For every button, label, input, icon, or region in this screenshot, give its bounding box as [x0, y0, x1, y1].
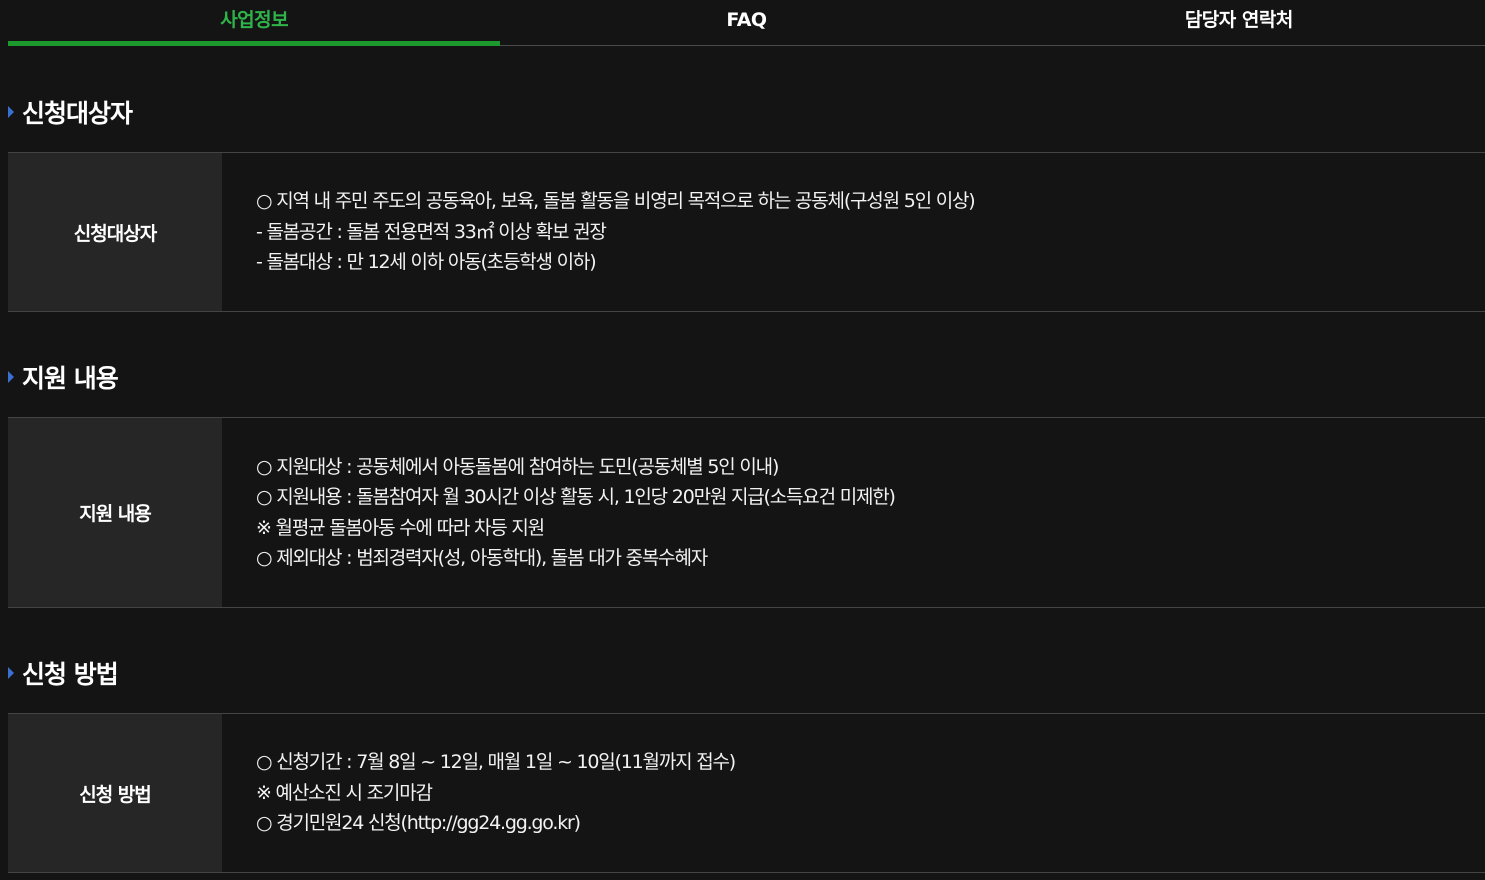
content-line: ○ 경기민원24 신청(http://gg24.gg.go.kr): [256, 812, 581, 835]
tab-business-info[interactable]: 사업정보: [8, 0, 501, 46]
tab-bar: 사업정보 FAQ 담당자 연락처: [8, 0, 1485, 46]
section-title-applicants: 신청대상자: [8, 94, 133, 130]
section-title-text: 신청 방법: [22, 660, 119, 689]
tab-contact[interactable]: 담당자 연락처: [993, 0, 1485, 45]
box-label: 지원 내용: [8, 418, 222, 607]
section-title-text: 지원 내용: [22, 364, 119, 393]
content-line: - 돌봄대상 : 만 12세 이하 아동(초등학생 이하): [256, 251, 597, 274]
bullet-arrow-icon: [8, 667, 14, 679]
box-content: ○ 지원대상 : 공동체에서 아동돌봄에 참여하는 도민(공동체별 5인 이내)…: [222, 418, 1485, 607]
content-line: ○ 지원내용 : 돌봄참여자 월 30시간 이상 활동 시, 1인당 20만원 …: [256, 486, 896, 508]
box-content: ○ 신청기간 : 7월 8일 ~ 12일, 매월 1일 ~ 10일(11월까지 …: [222, 714, 1485, 872]
content-line: ○ 제외대상 : 범죄경력자(성, 아동학대), 돌봄 대가 중복수혜자: [256, 547, 708, 569]
content-line: ※ 월평균 돌봄아동 수에 따라 차등 지원: [256, 516, 545, 539]
box-label: 신청대상자: [8, 153, 222, 311]
box-content: ○ 지역 내 주민 주도의 공동육아, 보육, 돌봄 활동을 비영리 목적으로 …: [222, 153, 1485, 311]
content-line: ※ 예산소진 시 조기마감: [256, 781, 433, 804]
section-title-text: 신청대상자: [22, 99, 133, 128]
content-line: - 돌봄공간 : 돌봄 전용면적 33㎡ 이상 확보 권장: [256, 220, 607, 243]
section-title-support: 지원 내용: [8, 359, 119, 395]
info-box-applicants: 신청대상자 ○ 지역 내 주민 주도의 공동육아, 보육, 돌봄 활동을 비영리…: [8, 152, 1485, 312]
section-title-method: 신청 방법: [8, 655, 119, 691]
content-line: ○ 신청기간 : 7월 8일 ~ 12일, 매월 1일 ~ 10일(11월까지 …: [256, 751, 736, 774]
tab-faq[interactable]: FAQ: [500, 0, 992, 45]
box-label: 신청 방법: [8, 714, 222, 872]
content-line: ○ 지원대상 : 공동체에서 아동돌봄에 참여하는 도민(공동체별 5인 이내): [256, 455, 779, 478]
bullet-arrow-icon: [8, 371, 14, 383]
content-line: ○ 지역 내 주민 주도의 공동육아, 보육, 돌봄 활동을 비영리 목적으로 …: [256, 190, 976, 213]
info-box-support: 지원 내용 ○ 지원대상 : 공동체에서 아동돌봄에 참여하는 도민(공동체별 …: [8, 417, 1485, 608]
info-box-method: 신청 방법 ○ 신청기간 : 7월 8일 ~ 12일, 매월 1일 ~ 10일(…: [8, 713, 1485, 873]
bullet-arrow-icon: [8, 106, 14, 118]
